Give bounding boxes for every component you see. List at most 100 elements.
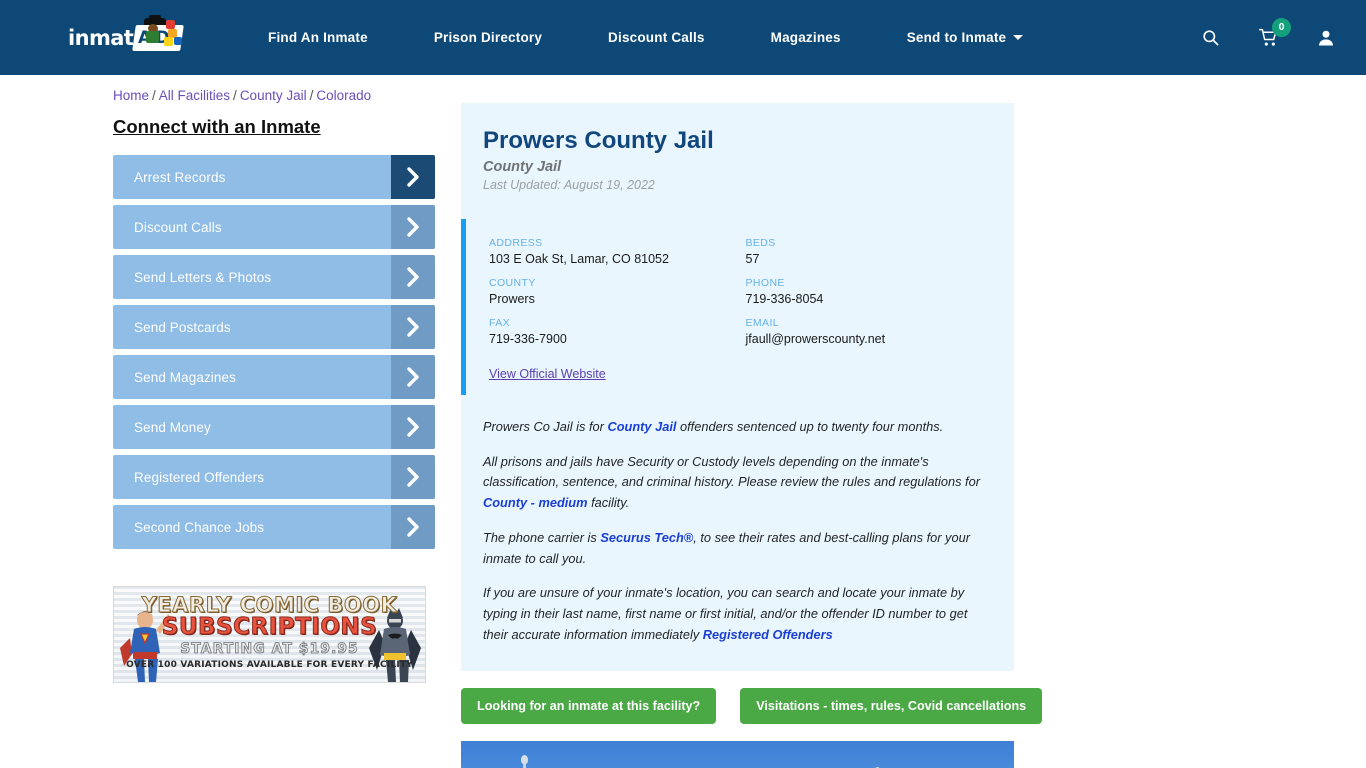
primary-navigation: Find An Inmate Prison Directory Discount… bbox=[188, 22, 1198, 53]
info-label: PHONE bbox=[745, 277, 785, 289]
info-value: 719-336-7900 bbox=[489, 332, 567, 346]
facility-description: Prowers Co Jail is for County Jail offen… bbox=[461, 395, 1014, 671]
sidebar-item-registered-offenders[interactable]: Registered Offenders bbox=[113, 455, 435, 499]
nav-find-an-inmate[interactable]: Find An Inmate bbox=[268, 22, 368, 53]
info-field-county: COUNTY Prowers bbox=[489, 277, 736, 306]
page-title: Prowers County Jail bbox=[483, 127, 714, 154]
p1-text-b: offenders sentenced up to twenty four mo… bbox=[676, 419, 944, 434]
site-logo[interactable]: inmate AID bbox=[68, 14, 188, 60]
info-value: 719-336-8054 bbox=[745, 292, 824, 306]
logo-hat-top-icon bbox=[149, 14, 161, 20]
breadcrumb-separator: / bbox=[309, 88, 314, 103]
sidebar-item-send-postcards[interactable]: Send Postcards bbox=[113, 305, 435, 349]
p2-text-a: All prisons and jails have Security or C… bbox=[483, 453, 980, 490]
description-paragraph-1: Prowers Co Jail is for County Jail offen… bbox=[483, 417, 991, 438]
sidebar-item-discount-calls[interactable]: Discount Calls bbox=[113, 205, 435, 249]
chevron-right-icon bbox=[391, 455, 435, 499]
link-securus-tech[interactable]: Securus Tech® bbox=[600, 530, 693, 545]
breadcrumb: Home / All Facilities / County Jail / Colorado bbox=[0, 75, 1366, 103]
shopping-cart-icon[interactable]: 0 bbox=[1256, 17, 1291, 50]
info-field-phone: PHONE 719-336-8054 bbox=[746, 277, 993, 306]
nav-send-to-inmate-label: Send to Inmate bbox=[906, 30, 1007, 45]
facility-type: County Jail bbox=[483, 159, 562, 175]
facility-header: Prowers County Jail County Jail Last Upd… bbox=[461, 127, 1014, 192]
chevron-right-icon bbox=[391, 205, 435, 249]
main-column: Prowers County Jail County Jail Last Upd… bbox=[435, 103, 1366, 768]
logo-square-blue-icon bbox=[174, 36, 182, 45]
info-value: jfaull@prowerscounty.net bbox=[745, 332, 886, 346]
search-icon[interactable] bbox=[1198, 26, 1222, 50]
info-label: ADDRESS bbox=[489, 237, 543, 249]
chevron-right-icon bbox=[391, 355, 435, 399]
description-paragraph-4: If you are unsure of your inmate's locat… bbox=[483, 583, 991, 645]
sidebar: Connect with an Inmate Arrest Records Di… bbox=[113, 103, 435, 683]
nav-send-to-inmate[interactable]: Send to Inmate bbox=[907, 22, 1024, 53]
sidebar-item-label: Arrest Records bbox=[134, 169, 226, 185]
breadcrumb-separator: / bbox=[152, 88, 156, 103]
link-registered-offenders[interactable]: Registered Offenders bbox=[703, 627, 833, 642]
logo-text: inmate bbox=[68, 25, 147, 50]
description-paragraph-3: The phone carrier is Securus Tech®, to s… bbox=[483, 528, 991, 569]
breadcrumb-item-all-facilities[interactable]: All Facilities bbox=[159, 88, 230, 103]
nav-discount-calls[interactable]: Discount Calls bbox=[608, 22, 705, 53]
ad-subtext-line: OVER 100 VARIATIONS AVAILABLE FOR EVERY … bbox=[126, 660, 413, 670]
info-field-fax: FAX 719-336-7900 bbox=[489, 317, 736, 346]
link-county-medium[interactable]: County - medium bbox=[483, 495, 588, 510]
info-label: COUNTY bbox=[489, 277, 536, 289]
sidebar-item-arrest-records[interactable]: Arrest Records bbox=[113, 155, 435, 199]
info-value: 57 bbox=[745, 252, 760, 266]
info-value: Prowers bbox=[489, 292, 535, 306]
chevron-down-icon bbox=[1013, 35, 1024, 40]
cart-count-badge: 0 bbox=[1272, 17, 1291, 37]
sidebar-item-send-money[interactable]: Send Money bbox=[113, 405, 435, 449]
logo-body-icon bbox=[146, 30, 159, 43]
header-icon-group: 0 bbox=[1198, 17, 1338, 50]
breadcrumb-item-home[interactable]: Home bbox=[113, 88, 149, 103]
info-label: FAX bbox=[489, 317, 511, 329]
info-field-email: EMAIL jfaull@prowerscounty.net bbox=[746, 317, 993, 346]
logo-square-yellow-icon bbox=[164, 36, 173, 46]
page-content: Connect with an Inmate Arrest Records Di… bbox=[0, 103, 1366, 768]
user-account-icon[interactable] bbox=[1314, 26, 1338, 50]
ad-price-line: STARTING AT $19.95 bbox=[180, 641, 359, 658]
cta-button-row: Looking for an inmate at this facility? … bbox=[461, 688, 1366, 725]
facility-card: Prowers County Jail County Jail Last Upd… bbox=[461, 103, 1014, 672]
p3-text-a: The phone carrier is bbox=[483, 529, 601, 545]
info-field-beds: BEDS 57 bbox=[746, 237, 993, 266]
comic-book-subscription-ad[interactable]: YEARLY COMIC BOOK SUBSCRIPTIONS STARTING… bbox=[113, 586, 426, 683]
nav-prison-directory[interactable]: Prison Directory bbox=[434, 22, 542, 53]
chevron-right-icon bbox=[391, 305, 435, 349]
description-paragraph-2: All prisons and jails have Security or C… bbox=[483, 452, 991, 514]
info-label: EMAIL bbox=[745, 317, 780, 329]
sidebar-item-second-chance-jobs[interactable]: Second Chance Jobs bbox=[113, 505, 435, 549]
looking-for-inmate-button[interactable]: Looking for an inmate at this facility? bbox=[461, 688, 717, 725]
chevron-right-icon bbox=[391, 155, 435, 199]
sidebar-item-label: Send Money bbox=[134, 419, 211, 435]
sidebar-item-send-magazines[interactable]: Send Magazines bbox=[113, 355, 435, 399]
sidebar-item-label: Send Magazines bbox=[134, 369, 236, 385]
facility-info-grid: ADDRESS 103 E Oak St, Lamar, CO 81052 BE… bbox=[461, 219, 1014, 395]
sidebar-title[interactable]: Connect with an Inmate bbox=[113, 116, 435, 138]
nav-magazines[interactable]: Magazines bbox=[771, 22, 841, 53]
breadcrumb-item-colorado[interactable]: Colorado bbox=[316, 88, 371, 103]
ad-headline-line2: SUBSCRIPTIONS bbox=[161, 614, 378, 641]
view-official-website-link[interactable]: View Official Website bbox=[489, 367, 736, 381]
info-label: BEDS bbox=[745, 237, 776, 249]
logo-square-red-icon bbox=[166, 19, 175, 29]
site-header: inmate AID Find An Inmate Prison Directo… bbox=[0, 0, 1366, 75]
breadcrumb-item-county-jail[interactable]: County Jail bbox=[240, 88, 307, 103]
chevron-right-icon bbox=[391, 405, 435, 449]
visitations-info-button[interactable]: Visitations - times, rules, Covid cancel… bbox=[740, 688, 1043, 725]
info-field-address: ADDRESS 103 E Oak St, Lamar, CO 81052 bbox=[489, 237, 736, 266]
last-updated-text: Last Updated: August 19, 2022 bbox=[483, 178, 655, 192]
sidebar-item-label: Send Postcards bbox=[134, 319, 231, 335]
sidebar-item-send-letters-photos[interactable]: Send Letters & Photos bbox=[113, 255, 435, 299]
chevron-right-icon bbox=[391, 505, 435, 549]
p1-text-a: Prowers Co Jail is for bbox=[483, 419, 608, 434]
sidebar-item-label: Send Letters & Photos bbox=[134, 269, 272, 285]
info-value: 103 E Oak St, Lamar, CO 81052 bbox=[489, 252, 669, 266]
sidebar-item-label: Discount Calls bbox=[134, 219, 222, 235]
link-county-jail[interactable]: County Jail bbox=[607, 419, 676, 434]
flagpole-finial-left bbox=[521, 755, 528, 765]
chevron-right-icon bbox=[391, 255, 435, 299]
